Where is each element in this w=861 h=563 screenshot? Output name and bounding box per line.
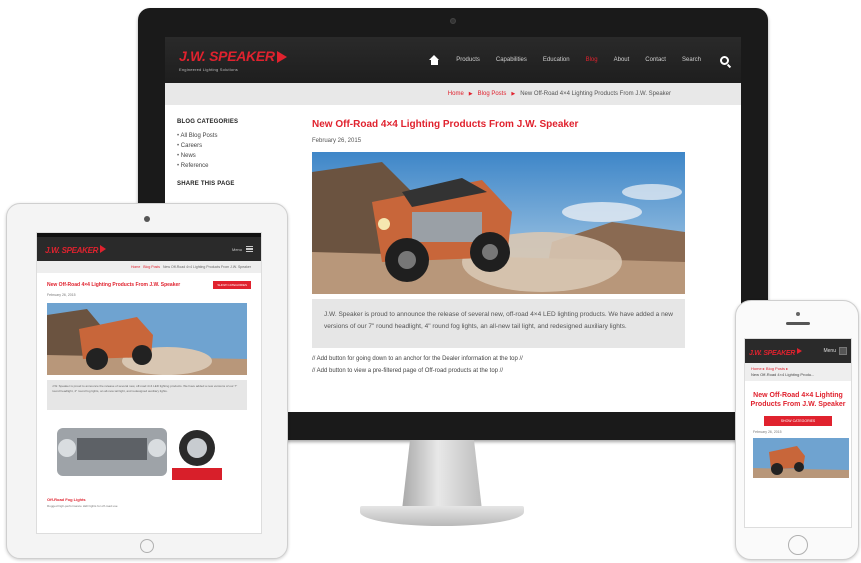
- responsive-mockup: J.W. SPEAKER Engineered Lighting Solutio…: [0, 0, 861, 563]
- show-categories-button[interactable]: SHOW CATEGORIES: [764, 415, 832, 426]
- phone-post-date: February 26, 2015: [753, 429, 782, 434]
- tablet-content: New Off-Road 4×4 Lighting Products From …: [37, 273, 261, 516]
- nav-item-products[interactable]: Products: [456, 57, 480, 63]
- dealer-anchor-note: // Add button for going down to an ancho…: [312, 355, 523, 362]
- phone-menu-button[interactable]: Menu: [823, 347, 847, 355]
- category-item[interactable]: Careers: [177, 143, 287, 149]
- post-date: February 26, 2015: [312, 138, 362, 144]
- monitor-stand: [402, 440, 482, 510]
- logo-arrow-icon: [797, 347, 803, 354]
- nav-item-about[interactable]: About: [614, 57, 630, 63]
- breadcrumb-current: New Off-Road 4×4 Lighting Produ...: [751, 372, 815, 377]
- logo-text: J.W. SPEAKER: [179, 48, 275, 64]
- tablet-camera: [144, 216, 150, 222]
- tablet-home-button[interactable]: [140, 539, 154, 553]
- breadcrumb-home[interactable]: Home: [448, 91, 464, 97]
- breadcrumb-blog-posts[interactable]: Blog Posts: [766, 366, 785, 371]
- category-item[interactable]: All Blog Posts: [177, 133, 287, 139]
- phone-speaker: [786, 322, 810, 325]
- post-caption: J.W. Speaker is proud to announce the re…: [312, 299, 685, 348]
- breadcrumb-current: New Off-Road 4×4 Lighting Products From …: [520, 91, 671, 97]
- monitor-camera: [450, 18, 456, 24]
- tablet-menu-button[interactable]: Menu: [232, 246, 253, 252]
- jw-speaker-logo[interactable]: J.W. SPEAKER Engineered Lighting Solutio…: [179, 48, 287, 72]
- logo-tagline: Engineered Lighting Solutions: [179, 67, 238, 72]
- breadcrumb-home[interactable]: Home: [131, 265, 140, 269]
- jeep-hero-image: [312, 152, 685, 294]
- category-item[interactable]: News: [177, 153, 287, 159]
- hamburger-menu-icon: [246, 246, 253, 252]
- offroad-products-note: // Add button to view a pre-filtered pag…: [312, 367, 504, 374]
- tablet-logo[interactable]: J.W. SPEAKER: [45, 240, 107, 258]
- hamburger-menu-icon: [839, 347, 847, 355]
- breadcrumb-current: New Off-Road 4×4 Lighting Products From …: [163, 265, 251, 269]
- search-icon[interactable]: [720, 55, 729, 65]
- category-item[interactable]: Reference: [177, 163, 287, 169]
- share-heading: SHARE THIS PAGE: [177, 181, 235, 187]
- phone-screen: J.W. SPEAKER Menu Home ▸ Blog Posts ▸ Ne…: [744, 338, 852, 528]
- blog-categories-heading: BLOG CATEGORIES: [177, 119, 239, 125]
- nav-item-contact[interactable]: Contact: [645, 57, 666, 63]
- product-subheading[interactable]: Off-Road Fog Lights: [47, 497, 251, 502]
- nav-item-blog[interactable]: Blog: [586, 57, 598, 63]
- phone-device: J.W. SPEAKER Menu Home ▸ Blog Posts ▸ Ne…: [735, 300, 859, 560]
- tablet-menu-label: Menu: [231, 246, 242, 252]
- phone-post-title: New Off-Road 4×4 Lighting Products From …: [750, 392, 846, 409]
- nav-item-education[interactable]: Education: [543, 57, 570, 63]
- category-list: All Blog Posts Careers News Reference: [177, 133, 287, 169]
- monitor-stand-base: [360, 506, 524, 526]
- show-categories-button[interactable]: SHOW CATEGORIES: [213, 281, 251, 289]
- phone-home-button[interactable]: [788, 535, 808, 555]
- tablet-post-caption: J.W. Speaker is proud to announce the re…: [47, 380, 247, 410]
- desktop-main-menu: Products Capabilities Education Blog Abo…: [429, 55, 729, 65]
- tablet-jeep-image: [47, 303, 247, 375]
- tablet-post-title: New Off-Road 4×4 Lighting Products From …: [47, 282, 181, 288]
- logo-arrow-icon: [100, 244, 107, 253]
- tablet-nav-bar: J.W. SPEAKER Menu: [37, 237, 261, 261]
- phone-logo[interactable]: J.W. SPEAKER: [749, 342, 803, 360]
- blog-post: New Off-Road 4×4 Lighting Products From …: [312, 119, 685, 374]
- breadcrumb: Home ▶ Blog Posts ▶ New Off-Road 4×4 Lig…: [165, 83, 741, 105]
- tablet-screen: J.W. SPEAKER Menu Home Blog Posts New Of…: [36, 232, 262, 534]
- phone-nav-bar: J.W. SPEAKER Menu: [745, 339, 851, 363]
- breadcrumb-blog-posts[interactable]: Blog Posts: [478, 91, 507, 97]
- desktop-nav-bar: J.W. SPEAKER Engineered Lighting Solutio…: [165, 37, 741, 83]
- tablet-logo-text: J.W. SPEAKER: [45, 246, 99, 255]
- breadcrumb-separator-icon: ▶: [511, 91, 516, 97]
- phone-camera: [796, 312, 800, 316]
- nav-item-capabilities[interactable]: Capabilities: [496, 57, 527, 63]
- phone-menu-label: Menu: [823, 348, 836, 354]
- home-icon[interactable]: [429, 55, 440, 65]
- breadcrumb-separator-icon: ▶: [468, 91, 473, 97]
- tablet-breadcrumb: Home Blog Posts New Off-Road 4×4 Lightin…: [37, 261, 261, 273]
- fog-lights-product-image: [47, 418, 237, 486]
- phone-jeep-image: [753, 437, 849, 478]
- post-title: New Off-Road 4×4 Lighting Products From …: [312, 119, 579, 130]
- phone-logo-text: J.W. SPEAKER: [749, 350, 796, 357]
- breadcrumb-home[interactable]: Home: [751, 366, 762, 371]
- phone-breadcrumb: Home ▸ Blog Posts ▸ New Off-Road 4×4 Lig…: [745, 363, 851, 381]
- tablet-device: J.W. SPEAKER Menu Home Blog Posts New Of…: [6, 203, 288, 559]
- breadcrumb-blog-posts[interactable]: Blog Posts: [143, 265, 160, 269]
- blog-sidebar: BLOG CATEGORIES All Blog Posts Careers N…: [177, 119, 287, 195]
- logo-arrow-icon: [276, 50, 287, 63]
- nav-search-label[interactable]: Search: [682, 57, 701, 63]
- product-description: Rugged high-performance LED lights for o…: [47, 504, 118, 508]
- tablet-post-date: February 26, 2015: [47, 293, 76, 297]
